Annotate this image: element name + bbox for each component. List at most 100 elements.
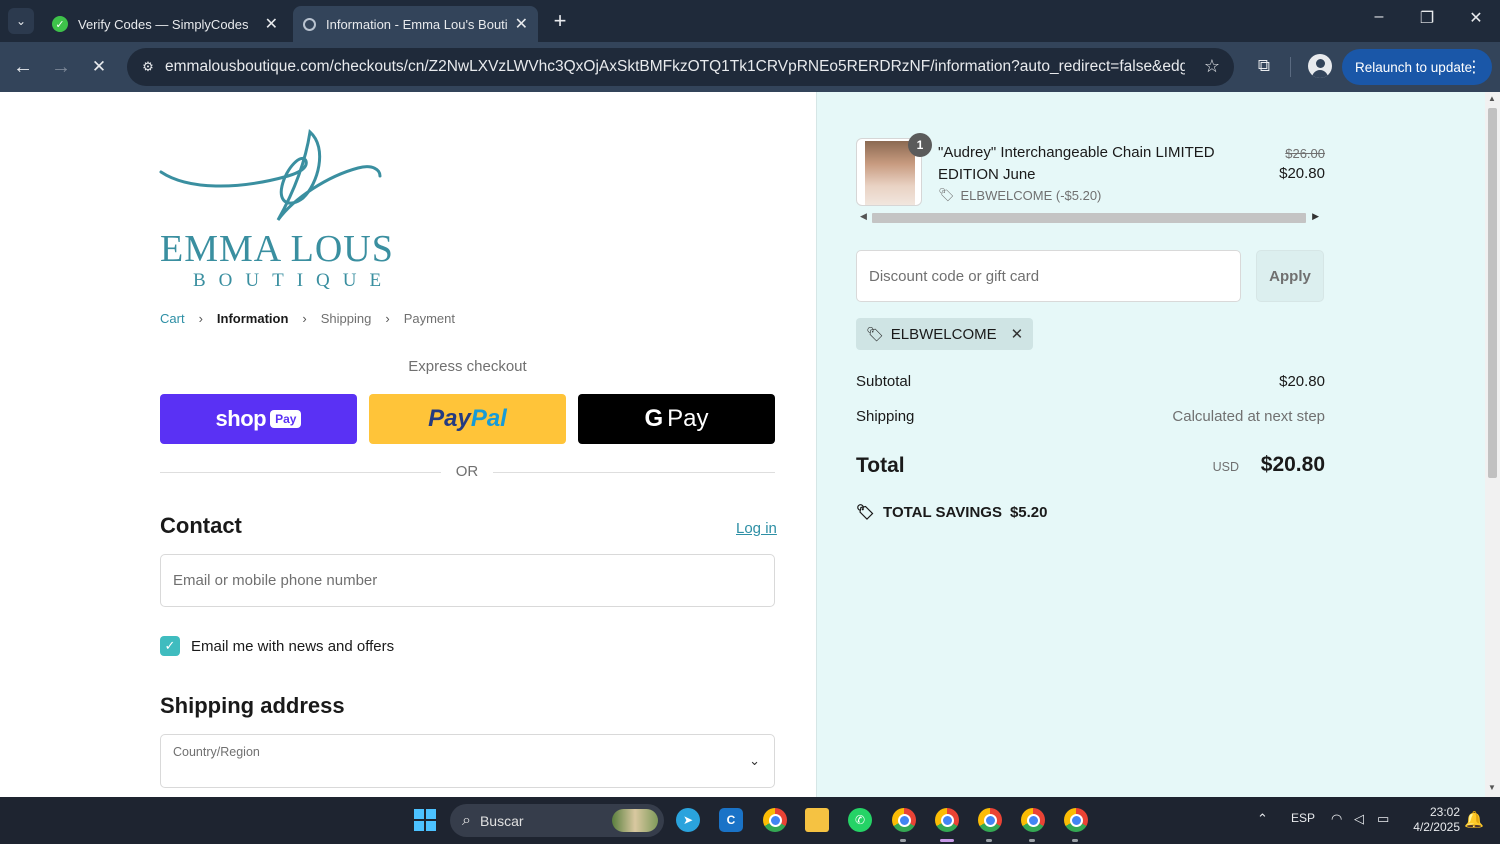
google-pay-label: Pay <box>667 405 709 432</box>
quantity-badge: 1 <box>908 133 932 157</box>
total-currency: USD <box>1212 460 1239 474</box>
applied-discount-code: ELBWELCOME <box>890 325 997 343</box>
or-label: OR <box>455 463 479 480</box>
email-news-offers-option[interactable]: ✓ Email me with news and offers <box>160 636 394 656</box>
email-or-phone-input[interactable] <box>160 554 775 607</box>
chrome-profile-1-icon[interactable] <box>763 808 787 832</box>
stop-loading-icon[interactable]: ✕ <box>86 54 112 80</box>
volume-icon[interactable]: ◁ <box>1354 811 1364 827</box>
page-scrollbar[interactable]: ▲ ▼ <box>1485 92 1500 797</box>
clock-date: 4/2/2025 <box>1413 820 1460 834</box>
running-app-indicator <box>1072 839 1078 842</box>
contact-heading: Contact <box>160 513 242 538</box>
page-scrollbar-thumb[interactable] <box>1488 108 1497 478</box>
taskbar-search-box[interactable]: ⌕ Buscar <box>450 804 664 837</box>
scrollbar-thumb[interactable] <box>872 213 1306 223</box>
extensions-puzzle-icon[interactable]: ⧉ <box>1252 54 1276 78</box>
close-tab-icon[interactable]: ✕ <box>265 14 278 34</box>
tab-search-chevron-icon[interactable]: ⌄ <box>8 8 34 34</box>
google-pay-button[interactable]: G Pay <box>578 394 775 444</box>
product-discount-line: 🏷 ELBWELCOME (-$5.20) <box>938 187 1101 203</box>
checkbox-checked-icon[interactable]: ✓ <box>160 636 180 656</box>
breadcrumb-information: Information <box>216 311 289 326</box>
wifi-icon[interactable]: ◠ <box>1331 811 1342 827</box>
paypal-button[interactable]: Pay Pal <box>369 394 566 444</box>
telegram-icon[interactable]: ➤ <box>676 808 700 832</box>
notification-bell-icon[interactable]: 🔔 <box>1464 810 1484 830</box>
minimize-icon[interactable]: – <box>1364 8 1394 26</box>
profile-avatar-icon[interactable] <box>1308 54 1332 78</box>
scroll-down-arrow-icon[interactable]: ▼ <box>1488 783 1496 792</box>
relaunch-to-update-button[interactable]: Relaunch to update ⋮ <box>1342 49 1492 85</box>
taskbar-clock[interactable]: 23:02 4/2/2025 <box>1406 805 1460 835</box>
search-highlight-image <box>612 809 658 832</box>
chevron-right-icon: › <box>385 311 390 326</box>
site-settings-icon[interactable]: ⚙ <box>139 58 157 76</box>
product-list-scrollbar[interactable]: ◀ ▶ <box>856 210 1325 226</box>
total-row: Total USD $20.80 <box>856 452 1325 482</box>
paypal-wordmark-pay: Pay <box>428 405 471 432</box>
new-tab-plus-icon[interactable]: + <box>548 8 572 34</box>
clock-time: 23:02 <box>1429 805 1460 819</box>
battery-icon[interactable]: ▭ <box>1377 811 1389 827</box>
country-region-select[interactable]: Country/Region ⌄ <box>160 734 775 788</box>
total-label: Total <box>856 454 905 477</box>
restore-icon[interactable]: ❐ <box>1412 8 1442 28</box>
express-checkout-heading: Express checkout <box>408 358 527 375</box>
more-menu-icon[interactable]: ⋮ <box>1466 57 1482 77</box>
close-tab-icon[interactable]: ✕ <box>515 14 528 34</box>
subtotal-label: Subtotal <box>856 373 912 390</box>
file-explorer-icon[interactable] <box>805 808 829 832</box>
show-hidden-icons-chevron-icon[interactable]: ⌃ <box>1257 811 1268 827</box>
tab-simplycodes[interactable]: ✓ Verify Codes — SimplyCodes ✕ <box>42 6 288 42</box>
windows-start-icon[interactable] <box>414 809 436 831</box>
taskbar-search-label: Buscar <box>479 812 524 829</box>
scroll-right-arrow-icon[interactable]: ▶ <box>1312 211 1319 222</box>
chrome-profile-5-icon[interactable] <box>1021 808 1045 832</box>
forward-arrow-icon[interactable]: → <box>48 54 74 80</box>
log-in-link[interactable]: Log in <box>736 520 777 537</box>
shop-pay-badge: Pay <box>270 410 302 428</box>
scroll-left-arrow-icon[interactable]: ◀ <box>860 211 867 222</box>
logo-subtitle: BOUTIQUE <box>193 270 395 291</box>
tab-emma-lous-information[interactable]: Information - Emma Lou's Boutique ✕ <box>293 6 538 42</box>
breadcrumb-cart-link[interactable]: Cart <box>160 311 185 326</box>
windows-taskbar: ⌕ Buscar ➤ C ✆ ⌃ ESP ◠ ◁ ▭ 23:02 4/2/202… <box>0 797 1500 844</box>
close-window-icon[interactable]: ✕ <box>1461 8 1491 28</box>
product-final-price: $20.80 <box>1279 165 1325 182</box>
scroll-up-arrow-icon[interactable]: ▲ <box>1488 94 1496 103</box>
toolbar-divider <box>1290 57 1291 77</box>
chrome-profile-2-icon[interactable] <box>892 808 916 832</box>
tag-icon: 🏷 <box>856 504 876 521</box>
shipping-label: Shipping <box>856 408 915 425</box>
breadcrumb: Cart › Information › Shipping › Payment <box>160 311 455 326</box>
app-c-icon[interactable]: C <box>719 808 743 832</box>
breadcrumb-shipping: Shipping <box>320 311 372 326</box>
apply-discount-button[interactable]: Apply <box>1256 250 1324 302</box>
simplycodes-favicon-icon: ✓ <box>52 16 68 32</box>
chrome-profile-4-icon[interactable] <box>978 808 1002 832</box>
url-text[interactable]: emmalousboutique.com/checkouts/cn/Z2NwLX… <box>165 58 1185 76</box>
active-app-indicator <box>940 839 954 842</box>
shop-pay-wordmark: shop <box>215 406 267 431</box>
email-news-offers-label: Email me with news and offers <box>191 637 395 655</box>
address-bar[interactable]: ⚙ emmalousboutique.com/checkouts/cn/Z2Nw… <box>127 48 1234 86</box>
tag-icon: 🏷 <box>866 325 884 342</box>
checkout-main-column: EMMA LOUS BOUTIQUE Cart › Information › … <box>0 92 816 797</box>
whatsapp-icon[interactable]: ✆ <box>848 808 872 832</box>
chrome-profile-3-icon[interactable] <box>935 808 959 832</box>
relaunch-label: Relaunch to update <box>1355 59 1473 75</box>
or-divider: OR <box>160 463 775 483</box>
input-language-indicator[interactable]: ESP <box>1291 811 1315 825</box>
running-app-indicator <box>900 839 906 842</box>
remove-discount-icon[interactable]: ✕ <box>1011 325 1024 343</box>
back-arrow-icon[interactable]: ← <box>10 54 36 80</box>
subtotal-value: $20.80 <box>1279 373 1325 390</box>
discount-code-input[interactable] <box>856 250 1241 302</box>
bookmark-star-icon[interactable]: ☆ <box>1204 56 1220 77</box>
shop-pay-button[interactable]: shop Pay <box>160 394 357 444</box>
total-savings: 🏷 TOTAL SAVINGS $5.20 <box>856 503 1048 522</box>
tab-title: Verify Codes — SimplyCodes <box>78 16 249 32</box>
chrome-profile-6-icon[interactable] <box>1064 808 1088 832</box>
chevron-down-icon: ⌄ <box>749 753 760 768</box>
